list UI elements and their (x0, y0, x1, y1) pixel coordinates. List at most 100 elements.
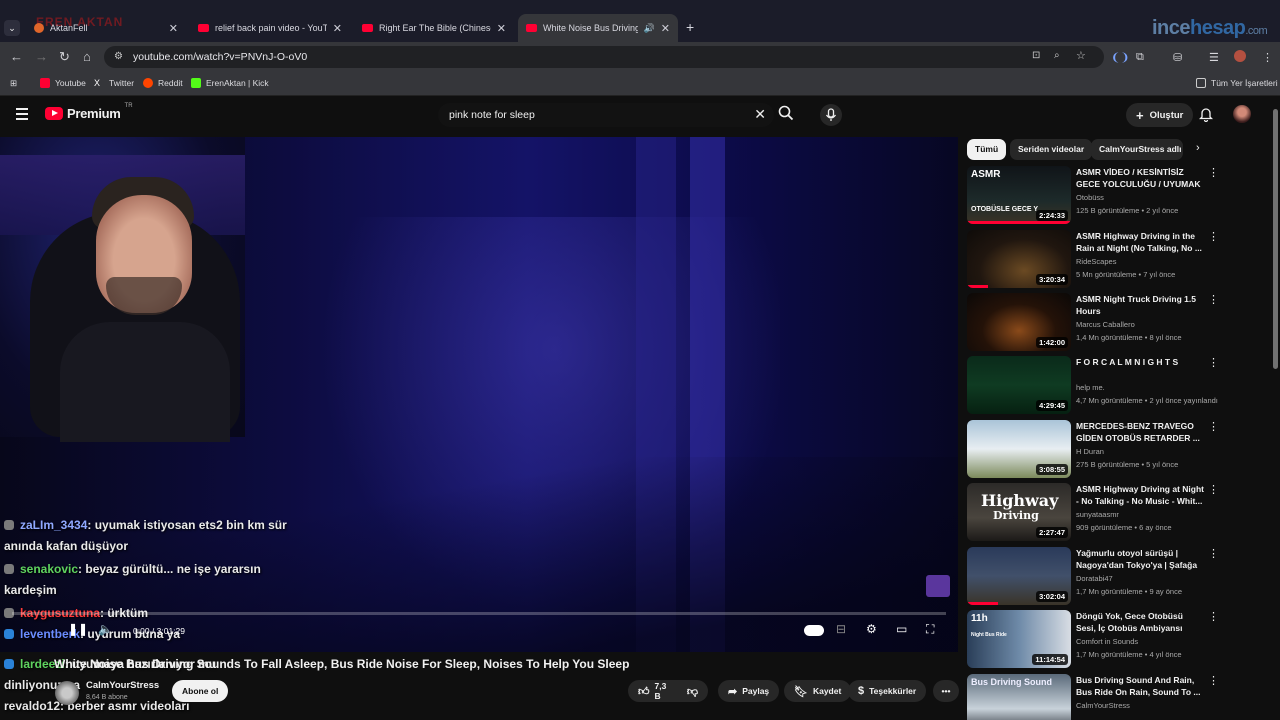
browser-tab-active[interactable]: White Noise Bus Driving Soun 🔊 ✕ (518, 14, 678, 42)
more-options-icon[interactable]: ⋮ (1208, 420, 1219, 433)
video-thumbnail[interactable]: 3:02:04 (967, 547, 1071, 605)
chip-all[interactable]: Tümü (967, 139, 1007, 160)
home-icon[interactable]: ⌂ (83, 49, 91, 64)
page-scrollbar[interactable] (1271, 97, 1280, 720)
bookmark-twitter[interactable]: X Twitter (94, 78, 134, 88)
site-info-icon[interactable]: ⚙ (114, 51, 123, 62)
pause-button[interactable]: ❚❚ (68, 622, 88, 636)
more-options-icon[interactable]: ⋮ (1208, 293, 1219, 306)
close-icon[interactable]: ✕ (169, 22, 178, 35)
recommendation-channel[interactable]: Doratabi47 (1076, 574, 1113, 583)
seek-bar[interactable] (12, 612, 946, 615)
bookmark-star-icon[interactable]: ☆ (1076, 49, 1086, 62)
recommendation-title[interactable]: F O R C A L M N I G H T S (1076, 356, 1204, 368)
hamburger-menu-icon[interactable] (16, 108, 28, 120)
extensions-puzzle-icon[interactable]: ⧉ (1136, 51, 1144, 64)
subtitles-icon[interactable]: ⊟ (836, 622, 846, 636)
more-options-icon[interactable]: ⋮ (1208, 674, 1219, 687)
close-icon[interactable]: ✕ (661, 22, 670, 35)
create-button[interactable]: + Oluştur (1126, 103, 1194, 127)
reload-icon[interactable]: ↻ (59, 49, 70, 65)
more-options-icon[interactable]: ⋮ (1208, 483, 1219, 496)
recommendation-item[interactable]: 3:20:34 ASMR Highway Driving in the Rain … (967, 230, 1219, 290)
recommendation-item[interactable]: Highway Driving 2:27:47 ASMR Highway Drivin… (967, 483, 1219, 543)
account-avatar[interactable] (1233, 105, 1251, 123)
channel-avatar[interactable] (55, 681, 79, 705)
save-button[interactable]: 🔖︎ Kaydet (784, 680, 852, 702)
notifications-button[interactable] (1198, 107, 1214, 127)
thumbs-down-icon[interactable]: 👎︎ (687, 685, 698, 698)
youtube-premium-logo[interactable]: Premium TR (45, 103, 133, 121)
recommendation-channel[interactable]: H Duran (1076, 447, 1104, 456)
back-arrow-icon[interactable]: ← (10, 49, 23, 64)
recommendation-item[interactable]: 3:08:55 MERCEDES-BENZ TRAVEGO GİDEN OTOBÜ… (967, 420, 1219, 480)
theater-mode-icon[interactable]: ▭ (896, 622, 907, 636)
search-button[interactable] (778, 105, 800, 127)
recommendation-item[interactable]: 11h Night Bus Ride 11:14:54 Döngü Yok, Gece… (967, 610, 1219, 670)
profile-switch-icon[interactable]: ⛁ (1173, 51, 1182, 64)
bookmark-youtube[interactable]: Youtube (40, 78, 86, 88)
recommendation-title[interactable]: ASMR Highway Driving in the Rain at Nigh… (1076, 230, 1204, 254)
share-button[interactable]: ➦ Paylaş (718, 680, 780, 702)
chip-channel[interactable]: CalmYourStress adlı (1091, 139, 1183, 160)
recommendation-channel[interactable]: sunyataasmr (1076, 510, 1119, 519)
recommendation-channel[interactable]: CalmYourStress (1076, 701, 1130, 710)
recommendation-channel[interactable]: Marcus Caballero (1076, 320, 1135, 329)
like-button[interactable]: 👍︎ 7,3 B 👎︎ (628, 680, 708, 702)
menu-dots-icon[interactable]: ⋮ (1262, 51, 1273, 64)
bookmark-reddit[interactable]: Reddit (143, 78, 183, 88)
subscribe-button[interactable]: Abone ol (172, 680, 229, 702)
apps-grid-icon[interactable]: ⊞ (10, 78, 17, 89)
recommendation-item[interactable]: 3:02:04 Yağmurlu otoyol sürüşü | Nagoya'd… (967, 547, 1219, 607)
recommendation-title[interactable]: Bus Driving Sound And Rain, Bus Ride On … (1076, 674, 1204, 698)
close-icon[interactable]: ✕ (497, 22, 506, 35)
video-thumbnail[interactable]: 3:08:55 (967, 420, 1071, 478)
clear-search-icon[interactable]: ✕ (754, 106, 766, 123)
recommendation-title[interactable]: ASMR Highway Driving at Night - No Talki… (1076, 483, 1204, 507)
browser-tab[interactable]: Right Ear The Bible (Chinese), Left ✕ (354, 14, 514, 42)
recommendation-title[interactable]: ASMR VİDEO / KESİNTİSİZ GECE YOLCULUĞU /… (1076, 166, 1204, 191)
browser-tab[interactable]: AktanFell ✕ (26, 14, 186, 42)
video-thumbnail[interactable]: 3:20:34 (967, 230, 1071, 288)
more-options-icon[interactable]: ⋮ (1208, 166, 1219, 179)
recommendation-item[interactable]: 1:42:00 ASMR Night Truck Driving 1.5 Hour… (967, 293, 1219, 353)
recommendation-title[interactable]: Yağmurlu otoyol sürüşü | Nagoya'dan Toky… (1076, 547, 1204, 572)
speaker-icon[interactable]: 🔊 (644, 23, 655, 34)
more-actions-button[interactable]: ••• (933, 680, 959, 702)
video-thumbnail[interactable]: ASMR OTOBÜSLE GECE Y 2:24:33 (967, 166, 1071, 224)
more-options-icon[interactable]: ⋮ (1208, 230, 1219, 243)
zoom-icon[interactable]: ⌕ (1054, 50, 1060, 61)
media-controls-icon[interactable]: ☰ (1209, 51, 1219, 64)
install-app-icon[interactable]: ⊡ (1032, 50, 1040, 61)
settings-gear-icon[interactable]: ⚙ (866, 622, 877, 636)
video-thumbnail[interactable]: 1:42:00 (967, 293, 1071, 351)
new-tab-button[interactable]: + (686, 19, 694, 35)
scrollbar-thumb[interactable] (1273, 109, 1278, 369)
browser-tab[interactable]: relief back pain video - YouTube ✕ (190, 14, 350, 42)
address-bar[interactable]: ⚙ youtube.com/watch?v=PNVnJ-O-oV0 ⊡ ⌕ ☆ (104, 46, 1104, 68)
recommendation-channel[interactable]: help me. (1076, 383, 1105, 392)
more-options-icon[interactable]: ⋮ (1208, 547, 1219, 560)
video-player[interactable]: zaLIm_3434: uyumak istiyosan ets2 bin km… (0, 137, 958, 652)
recommendation-channel[interactable]: Comfort in Sounds (1076, 637, 1138, 646)
recommendation-title[interactable]: Döngü Yok, Gece Otobüsü Sesi, İç Otobüs … (1076, 610, 1204, 635)
recommendation-item[interactable]: 4:29:45 F O R C A L M N I G H T S help me.… (967, 356, 1219, 416)
volume-icon[interactable]: 🔈 (98, 622, 113, 636)
search-input[interactable]: pink note for sleep ✕ (438, 103, 774, 127)
recommendation-item[interactable]: ASMR OTOBÜSLE GECE Y 2:24:33 ASMR VİDEO / K… (967, 166, 1219, 226)
recommendation-title[interactable]: MERCEDES-BENZ TRAVEGO GİDEN OTOBÜS RETAR… (1076, 420, 1204, 444)
video-thumbnail[interactable]: 11h Night Bus Ride 11:14:54 (967, 610, 1071, 668)
thanks-button[interactable]: $ Teşekkürler (848, 680, 927, 702)
recommendation-channel[interactable]: Otobüss (1076, 193, 1104, 202)
chip-series[interactable]: Seriden videolar (1010, 139, 1093, 160)
bookmark-kick[interactable]: ErenAktan | Kick (191, 78, 269, 88)
more-options-icon[interactable]: ⋮ (1208, 356, 1219, 369)
more-options-icon[interactable]: ⋮ (1208, 610, 1219, 623)
close-icon[interactable]: ✕ (333, 22, 342, 35)
channel-name[interactable]: CalmYourStress (86, 680, 159, 691)
recommendation-channel[interactable]: RideScapes (1076, 257, 1116, 266)
all-bookmarks[interactable]: Tüm Yer İşaretleri (1196, 78, 1278, 88)
video-thumbnail[interactable]: 4:29:45 (967, 356, 1071, 414)
autoplay-toggle[interactable] (804, 625, 824, 636)
tab-search-button[interactable]: ⌄ (4, 20, 20, 36)
